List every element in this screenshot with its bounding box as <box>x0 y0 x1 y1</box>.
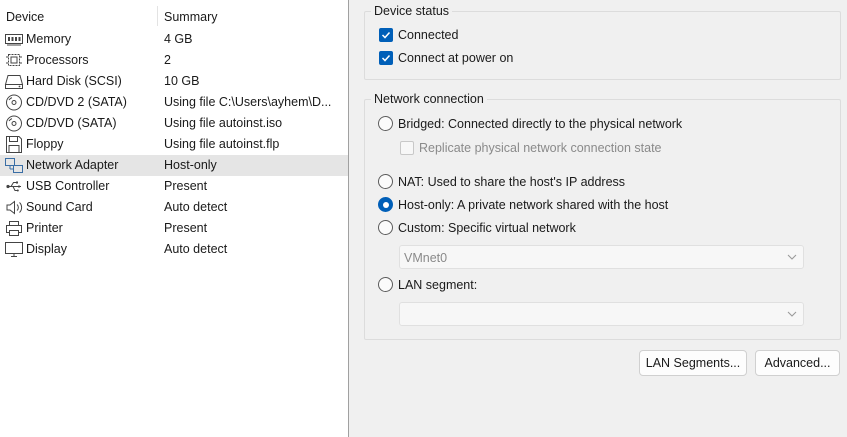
printer-icon <box>4 219 24 238</box>
device-list-header: Device Summary <box>0 6 348 28</box>
floppy-icon <box>4 135 24 154</box>
device-name: CD/DVD (SATA) <box>26 116 117 130</box>
device-list: Memory 4 GB Processors 2 Hard Disk (SCSI… <box>0 29 348 260</box>
lan-segment-label[interactable]: LAN segment: <box>398 278 477 292</box>
device-summary: 4 GB <box>164 32 193 46</box>
device-row-memory[interactable]: Memory 4 GB <box>0 29 348 50</box>
bridged-label[interactable]: Bridged: Connected directly to the physi… <box>398 117 682 131</box>
network-adapter-icon <box>4 156 24 175</box>
device-row-display[interactable]: Display Auto detect <box>0 239 348 260</box>
device-summary: Host-only <box>164 158 217 172</box>
device-name: Sound Card <box>26 200 93 214</box>
device-summary: Using file C:\Users\ayhem\D... <box>164 95 332 109</box>
device-name: CD/DVD 2 (SATA) <box>26 95 127 109</box>
device-summary: Present <box>164 221 208 235</box>
processor-icon <box>4 51 24 70</box>
replicate-state-checkbox[interactable] <box>400 141 414 155</box>
cd-dvd-icon <box>4 114 24 133</box>
bridged-radio[interactable] <box>378 116 393 131</box>
connected-label[interactable]: Connected <box>398 28 458 42</box>
usb-icon <box>4 177 24 196</box>
column-header-summary[interactable]: Summary <box>164 10 217 24</box>
nat-label[interactable]: NAT: Used to share the host's IP address <box>398 175 625 189</box>
custom-network-dropdown[interactable]: VMnet0 <box>399 245 804 269</box>
network-connection-title: Network connection <box>371 92 487 106</box>
device-summary: Auto detect <box>164 200 228 214</box>
device-row-network-adapter[interactable]: Network Adapter Host-only <box>0 155 348 176</box>
device-row-printer[interactable]: Printer Present <box>0 218 348 239</box>
lan-segment-dropdown[interactable] <box>399 302 804 326</box>
lan-segments-button[interactable]: LAN Segments... <box>639 350 747 376</box>
nat-radio[interactable] <box>378 174 393 189</box>
device-row-cd-dvd[interactable]: CD/DVD (SATA) Using file autoinst.iso <box>0 113 348 134</box>
host-only-radio[interactable] <box>378 197 393 212</box>
network-connection-group: Network connection Bridged: Connected di… <box>364 92 841 340</box>
device-row-cd-dvd-2[interactable]: CD/DVD 2 (SATA) Using file C:\Users\ayhe… <box>0 92 348 113</box>
device-name: Printer <box>26 221 63 235</box>
device-name: Floppy <box>26 137 64 151</box>
device-summary: Auto detect <box>164 242 228 256</box>
memory-icon <box>4 30 24 49</box>
custom-radio[interactable] <box>378 220 393 235</box>
lan-segment-radio[interactable] <box>378 277 393 292</box>
custom-network-value: VMnet0 <box>404 251 448 265</box>
connect-at-power-on-label[interactable]: Connect at power on <box>398 51 513 65</box>
column-header-device[interactable]: Device <box>6 10 44 24</box>
device-status-group: Device status Connected Connect at power… <box>364 4 841 80</box>
replicate-state-label[interactable]: Replicate physical network connection st… <box>419 141 662 155</box>
cd-dvd-icon <box>4 93 24 112</box>
device-summary: 10 GB <box>164 74 200 88</box>
device-row-floppy[interactable]: Floppy Using file autoinst.flp <box>0 134 348 155</box>
device-name: Network Adapter <box>26 158 119 172</box>
device-name: USB Controller <box>26 179 110 193</box>
column-separator[interactable] <box>157 6 158 26</box>
device-row-hard-disk[interactable]: Hard Disk (SCSI) 10 GB <box>0 71 348 92</box>
monitor-icon <box>4 240 24 259</box>
custom-label[interactable]: Custom: Specific virtual network <box>398 221 576 235</box>
chevron-down-icon <box>787 311 797 317</box>
device-summary: Using file autoinst.iso <box>164 116 283 130</box>
device-name: Processors <box>26 53 89 67</box>
host-only-label[interactable]: Host-only: A private network shared with… <box>398 198 668 212</box>
device-name: Memory <box>26 32 72 46</box>
device-summary: 2 <box>164 53 171 67</box>
device-name: Display <box>26 242 67 256</box>
device-summary: Using file autoinst.flp <box>164 137 280 151</box>
device-row-processors[interactable]: Processors 2 <box>0 50 348 71</box>
connected-checkbox[interactable] <box>379 28 393 42</box>
connect-at-power-on-checkbox[interactable] <box>379 51 393 65</box>
device-row-usb-controller[interactable]: USB Controller Present <box>0 176 348 197</box>
chevron-down-icon <box>787 254 797 260</box>
speaker-icon <box>4 198 24 217</box>
device-name: Hard Disk (SCSI) <box>26 74 122 88</box>
hard-disk-icon <box>4 72 24 91</box>
device-list-panel: Device Summary Memory 4 GB Processors 2 … <box>0 0 349 437</box>
advanced-button[interactable]: Advanced... <box>755 350 840 376</box>
device-row-sound-card[interactable]: Sound Card Auto detect <box>0 197 348 218</box>
device-status-title: Device status <box>371 4 453 18</box>
device-summary: Present <box>164 179 208 193</box>
